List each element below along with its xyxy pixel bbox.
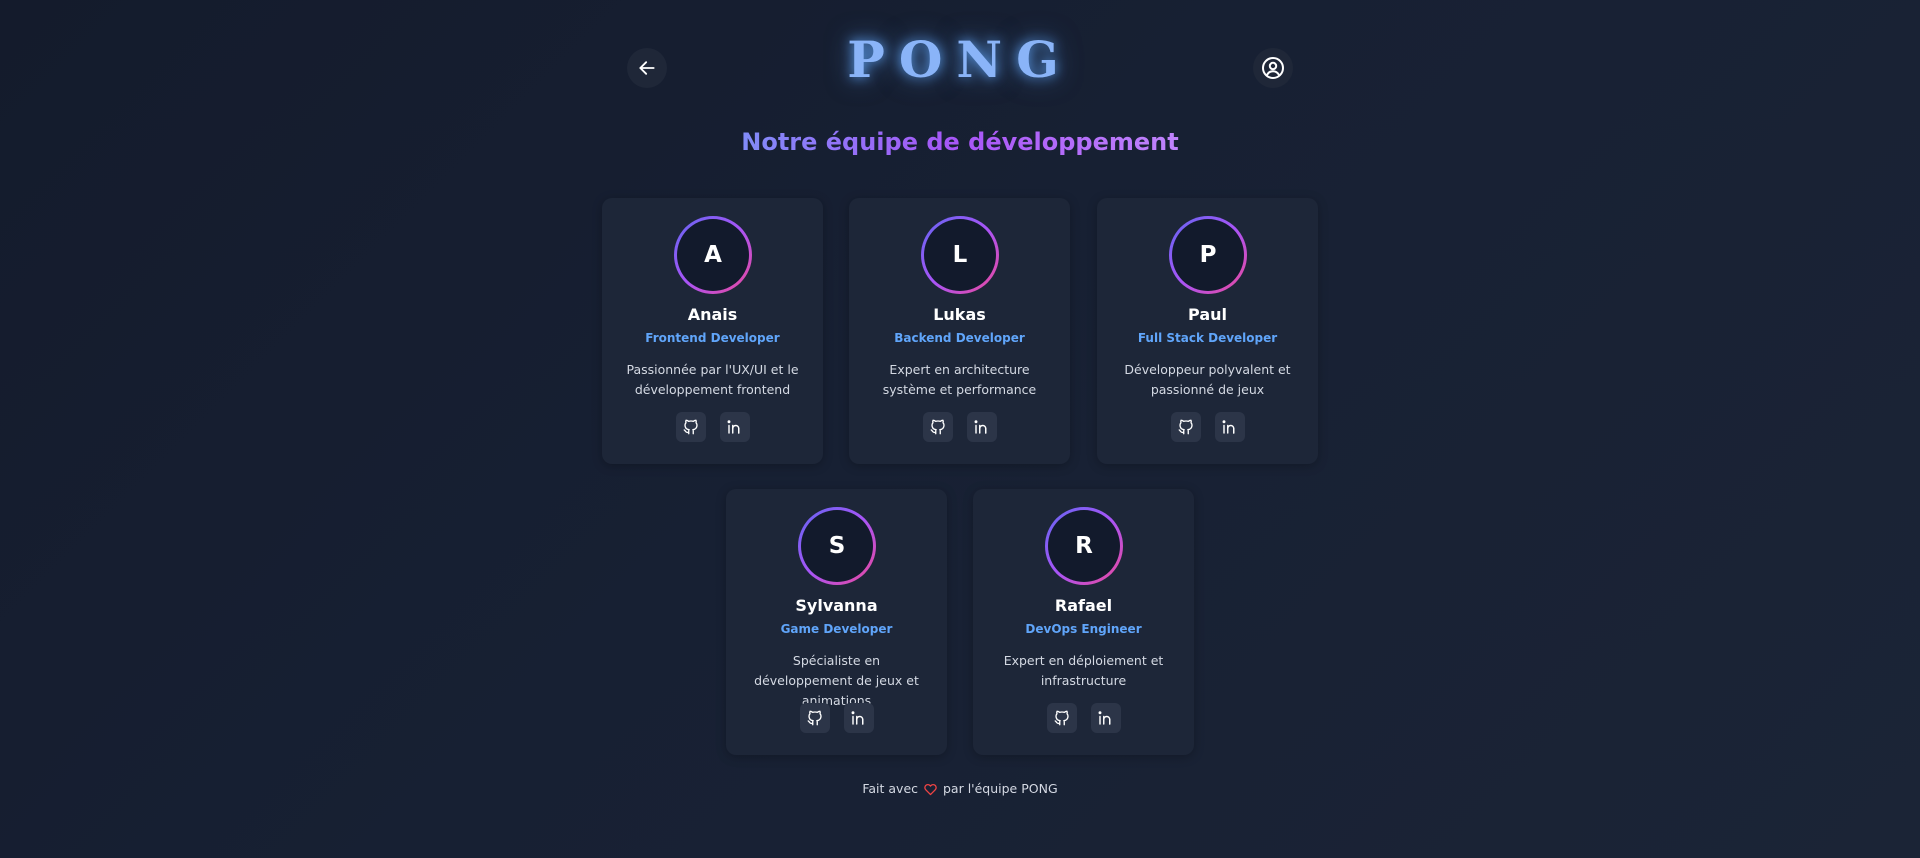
footer-text-after: par l'équipe PONG	[942, 781, 1058, 796]
member-name: Anais	[687, 305, 738, 324]
member-role: DevOps Engineer	[1025, 622, 1142, 636]
github-link[interactable]	[675, 412, 706, 442]
member-description: Développeur polyvalent et passionné de j…	[1124, 362, 1291, 397]
member-description: Passionnée par l'UX/UI et le développeme…	[626, 362, 799, 397]
member-name: Paul	[1188, 305, 1227, 324]
header: PONG	[0, 22, 1920, 112]
member-name: Rafael	[1054, 596, 1113, 615]
linkedin-link[interactable]	[1214, 412, 1245, 442]
team-card-anais: A Anais Frontend Developer Passionnée pa…	[602, 198, 823, 464]
github-icon	[807, 710, 822, 726]
github-icon	[1054, 710, 1069, 726]
social-links	[849, 412, 1070, 442]
avatar: A	[674, 216, 752, 294]
team-card-lukas: L Lukas Backend Developer Expert en arch…	[849, 198, 1070, 464]
linkedin-icon	[1222, 420, 1234, 434]
avatar: S	[798, 507, 876, 585]
linkedin-link[interactable]	[843, 703, 874, 733]
linkedin-link[interactable]	[1090, 703, 1121, 733]
profile-button[interactable]	[1253, 48, 1293, 88]
avatar: L	[921, 216, 999, 294]
github-icon	[683, 419, 698, 435]
member-role: Game Developer	[780, 622, 893, 636]
team-card-paul: P Paul Full Stack Developer Développeur …	[1097, 198, 1318, 464]
avatar-initial: P	[1172, 219, 1244, 291]
team-card-rafael: R Rafael DevOps Engineer Expert en déplo…	[973, 489, 1194, 755]
footer-text-before: Fait avec	[862, 781, 919, 796]
avatar: P	[1169, 216, 1247, 294]
member-role: Frontend Developer	[645, 331, 780, 345]
user-circle-icon	[1262, 57, 1284, 79]
app-logo: PONG	[847, 30, 1073, 89]
member-description: Expert en déploiement et infrastructure	[1003, 653, 1164, 688]
social-links	[973, 703, 1194, 733]
footer: Fait avec par l'équipe PONG	[0, 781, 1920, 796]
member-name: Sylvanna	[795, 596, 878, 615]
avatar-initial: S	[801, 510, 873, 582]
linkedin-icon	[851, 711, 863, 725]
github-link[interactable]	[1170, 412, 1201, 442]
section-title: Notre équipe de développement	[0, 128, 1920, 156]
linkedin-icon	[974, 420, 986, 434]
section-title-text: Notre équipe de développement	[741, 128, 1179, 156]
linkedin-icon	[727, 420, 739, 434]
heart-icon	[924, 783, 937, 796]
member-description: Spécialiste en développement de jeux et …	[754, 653, 919, 708]
github-link[interactable]	[799, 703, 830, 733]
member-name: Lukas	[933, 305, 986, 324]
team-card-sylvanna: S Sylvanna Game Developer Spécialiste en…	[726, 489, 947, 755]
github-icon	[930, 419, 945, 435]
social-links	[726, 703, 947, 733]
social-links	[1097, 412, 1318, 442]
member-description: Expert en architecture système et perfor…	[882, 362, 1037, 397]
member-role: Backend Developer	[894, 331, 1025, 345]
linkedin-link[interactable]	[719, 412, 750, 442]
social-links	[602, 412, 823, 442]
avatar: R	[1045, 507, 1123, 585]
github-icon	[1178, 419, 1193, 435]
avatar-initial: L	[924, 219, 996, 291]
github-link[interactable]	[922, 412, 953, 442]
linkedin-icon	[1098, 711, 1110, 725]
github-link[interactable]	[1046, 703, 1077, 733]
member-role: Full Stack Developer	[1137, 331, 1278, 345]
avatar-initial: A	[677, 219, 749, 291]
avatar-initial: R	[1048, 510, 1120, 582]
linkedin-link[interactable]	[966, 412, 997, 442]
